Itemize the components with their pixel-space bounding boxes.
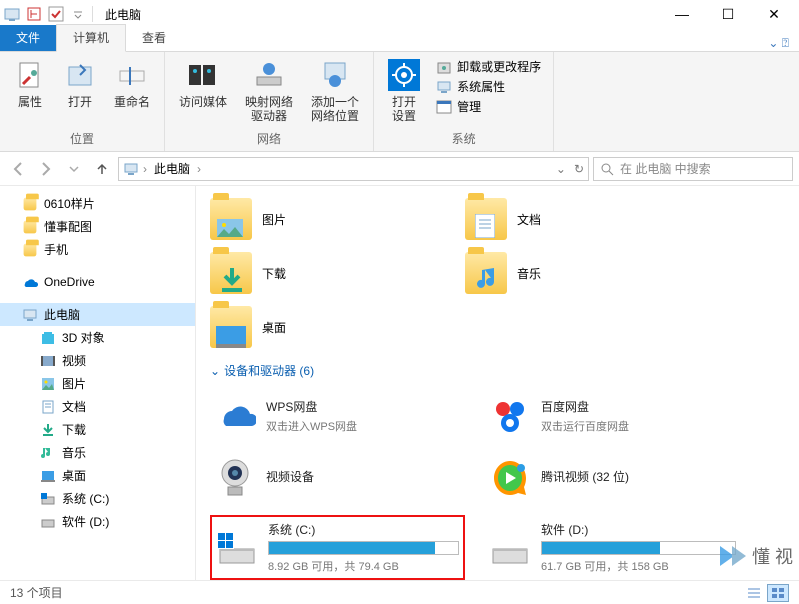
tree-item[interactable]: 手机 — [0, 238, 195, 261]
tree-onedrive[interactable]: OneDrive — [0, 271, 195, 293]
view-details-button[interactable] — [743, 584, 765, 602]
tree-item[interactable]: 下载 — [0, 418, 195, 441]
map-drive-button[interactable]: 映射网络 驱动器 — [239, 56, 299, 128]
group-network-label: 网络 — [173, 128, 365, 149]
close-button[interactable]: ✕ — [751, 0, 797, 28]
wps-icon — [214, 395, 256, 437]
address-bar[interactable]: › 此电脑 › ⌄ ↻ — [118, 157, 589, 181]
group-system-label: 系统 — [382, 128, 545, 149]
drive-c-icon — [216, 527, 258, 569]
uninstall-button[interactable]: 卸载或更改程序 — [436, 58, 541, 75]
tree-thispc[interactable]: 此电脑 — [0, 303, 195, 326]
access-media-button[interactable]: 访问媒体 — [173, 56, 233, 128]
nav-bar: › 此电脑 › ⌄ ↻ 在 此电脑 中搜索 — [0, 152, 799, 186]
watermark: 懂 视 — [716, 540, 793, 572]
drive-software-d[interactable]: 软件 (D:) 61.7 GB 可用，共 158 GB — [485, 515, 740, 580]
folder-pictures[interactable]: 图片 — [206, 192, 461, 246]
qat-checkmark-icon[interactable] — [46, 3, 66, 25]
add-location-icon — [319, 59, 351, 91]
baidu-icon — [489, 395, 531, 437]
ribbon-tabs: 文件 计算机 查看 ⌄ ⍰ — [0, 28, 799, 52]
collapse-icon: ⌄ — [210, 364, 220, 378]
drive-baidu[interactable]: 百度网盘双击运行百度网盘 — [485, 391, 740, 441]
tencent-icon — [489, 457, 531, 499]
forward-button[interactable] — [34, 157, 58, 181]
ribbon: 属性 打开 重命名 位置 访问媒体 映射网络 驱动器 — [0, 52, 799, 152]
tree-item[interactable]: 音乐 — [0, 441, 195, 464]
maximize-button[interactable]: ☐ — [705, 0, 751, 28]
tree-item[interactable]: 图片 — [0, 372, 195, 395]
group-location-label: 位置 — [8, 128, 156, 149]
tab-view[interactable]: 查看 — [126, 25, 182, 51]
tree-item[interactable]: 文档 — [0, 395, 195, 418]
manage-button[interactable]: 管理 — [436, 98, 541, 115]
search-placeholder: 在 此电脑 中搜索 — [620, 160, 711, 177]
ribbon-collapse-icon[interactable]: ⌄ ⍰ — [758, 36, 799, 51]
qat-overflow-icon[interactable] — [68, 3, 88, 25]
tree-item[interactable]: 视频 — [0, 349, 195, 372]
search-icon — [600, 162, 614, 176]
drive-system-c[interactable]: 系统 (C:) 8.92 GB 可用，共 79.4 GB — [210, 515, 465, 580]
item-count: 13 个项目 — [10, 584, 63, 601]
drive-tencent[interactable]: 腾讯视频 (32 位) — [485, 453, 740, 503]
tree-item[interactable]: 软件 (D:) — [0, 510, 195, 533]
properties-button[interactable]: 属性 — [8, 56, 52, 128]
system-properties-button[interactable]: 系统属性 — [436, 78, 541, 95]
media-icon — [187, 59, 219, 91]
tree-item[interactable]: 0610样片 — [0, 192, 195, 215]
open-button[interactable]: 打开 — [58, 56, 102, 128]
manage-icon — [436, 99, 452, 115]
settings-icon — [388, 59, 420, 91]
rename-button[interactable]: 重命名 — [108, 56, 156, 128]
drive-wps[interactable]: WPS网盘双击进入WPS网盘 — [210, 391, 465, 441]
recent-button[interactable] — [62, 157, 86, 181]
camera-icon — [214, 457, 256, 499]
tab-file[interactable]: 文件 — [0, 25, 56, 51]
nav-tree[interactable]: 0610样片 懂事配图 手机 OneDrive 此电脑 3D 对象 视频 图片 … — [0, 186, 196, 580]
qat-properties-icon[interactable] — [24, 3, 44, 25]
folder-desktop[interactable]: 桌面 — [206, 300, 461, 354]
minimize-button[interactable]: — — [659, 0, 705, 28]
back-button[interactable] — [6, 157, 30, 181]
thispc-icon — [123, 161, 139, 177]
status-bar: 13 个项目 — [0, 580, 799, 604]
drive-c-progress — [268, 541, 459, 555]
properties-icon — [14, 59, 46, 91]
refresh-icon[interactable]: ↻ — [574, 162, 584, 176]
folder-downloads[interactable]: 下载 — [206, 246, 461, 300]
tree-item[interactable]: 系统 (C:) — [0, 487, 195, 510]
search-input[interactable]: 在 此电脑 中搜索 — [593, 157, 793, 181]
drive-d-icon — [489, 527, 531, 569]
dropdown-icon[interactable]: ⌄ — [556, 162, 566, 176]
tree-item[interactable]: 桌面 — [0, 464, 195, 487]
open-settings-button[interactable]: 打开 设置 — [382, 56, 426, 128]
sysprops-icon — [436, 79, 452, 95]
main-view[interactable]: 图片 文档 下载 音乐 桌面 ⌄ 设备和驱动器 (6) WPS网盘双击进入WPS… — [196, 186, 799, 580]
app-icon — [2, 3, 22, 25]
rename-icon — [116, 59, 148, 91]
map-drive-icon — [253, 59, 285, 91]
view-tiles-button[interactable] — [767, 584, 789, 602]
content: 0610样片 懂事配图 手机 OneDrive 此电脑 3D 对象 视频 图片 … — [0, 186, 799, 580]
breadcrumb-item[interactable]: 此电脑 — [151, 160, 193, 177]
window-title: 此电脑 — [105, 6, 141, 23]
uninstall-icon — [436, 59, 452, 75]
folder-music[interactable]: 音乐 — [461, 246, 716, 300]
crumb-chevron-icon[interactable]: › — [197, 162, 201, 176]
drive-camera[interactable]: 视频设备 — [210, 453, 465, 503]
up-button[interactable] — [90, 157, 114, 181]
tree-item[interactable]: 3D 对象 — [0, 326, 195, 349]
tab-computer[interactable]: 计算机 — [56, 24, 126, 52]
drive-d-progress — [541, 541, 736, 555]
crumb-chevron-icon[interactable]: › — [143, 162, 147, 176]
add-location-button[interactable]: 添加一个 网络位置 — [305, 56, 365, 128]
section-devices-header[interactable]: ⌄ 设备和驱动器 (6) — [206, 354, 789, 385]
open-icon — [64, 59, 96, 91]
tree-item[interactable]: 懂事配图 — [0, 215, 195, 238]
folder-documents[interactable]: 文档 — [461, 192, 716, 246]
